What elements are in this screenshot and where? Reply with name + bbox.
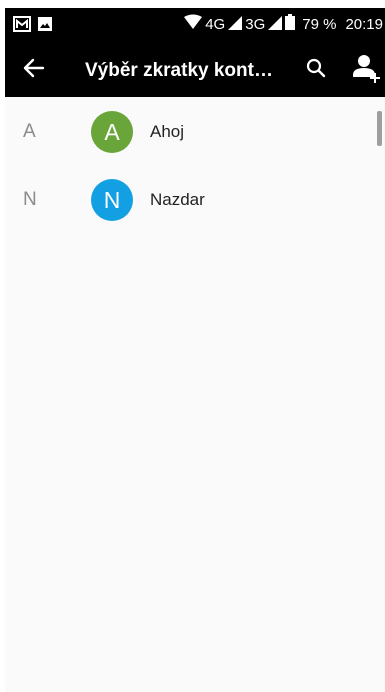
gallery-icon — [13, 15, 31, 37]
status-bar: 4G 3G 79 % 20:19 — [5, 8, 385, 43]
wifi-icon — [184, 14, 203, 36]
screen: 4G 3G 79 % 20:19 Výběr zkratky kont… A A… — [5, 8, 385, 692]
signal-icon — [268, 14, 283, 36]
search-button[interactable] — [302, 56, 330, 84]
page-title: Výběr zkratky kont… — [85, 60, 273, 81]
back-arrow-icon — [23, 58, 45, 83]
scrollbar[interactable] — [377, 111, 382, 146]
status-right: 4G 3G 79 % 20:19 — [184, 14, 383, 36]
search-icon — [306, 58, 326, 83]
section-letter: A — [23, 121, 36, 142]
add-contact-button[interactable] — [352, 53, 382, 87]
section-letter: N — [23, 189, 37, 210]
back-button[interactable] — [19, 56, 49, 84]
contact-name: Ahoj — [150, 122, 185, 141]
avatar: N — [91, 179, 133, 221]
list-item[interactable]: N N Nazdar — [5, 165, 375, 233]
signal-icon — [228, 14, 243, 36]
image-icon — [37, 16, 53, 37]
add-contact-icon — [353, 53, 381, 88]
network-type-2: 3G — [245, 16, 266, 33]
battery-icon — [285, 14, 296, 36]
list-item[interactable]: A A Ahoj — [5, 97, 375, 165]
app-bar: Výběr zkratky kont… — [5, 43, 385, 97]
status-left — [13, 15, 53, 37]
battery-percent: 79 % — [302, 16, 337, 33]
contact-name: Nazdar — [150, 190, 205, 209]
clock: 20:19 — [345, 16, 383, 33]
avatar: A — [91, 111, 133, 153]
network-type-1: 4G — [205, 16, 226, 33]
